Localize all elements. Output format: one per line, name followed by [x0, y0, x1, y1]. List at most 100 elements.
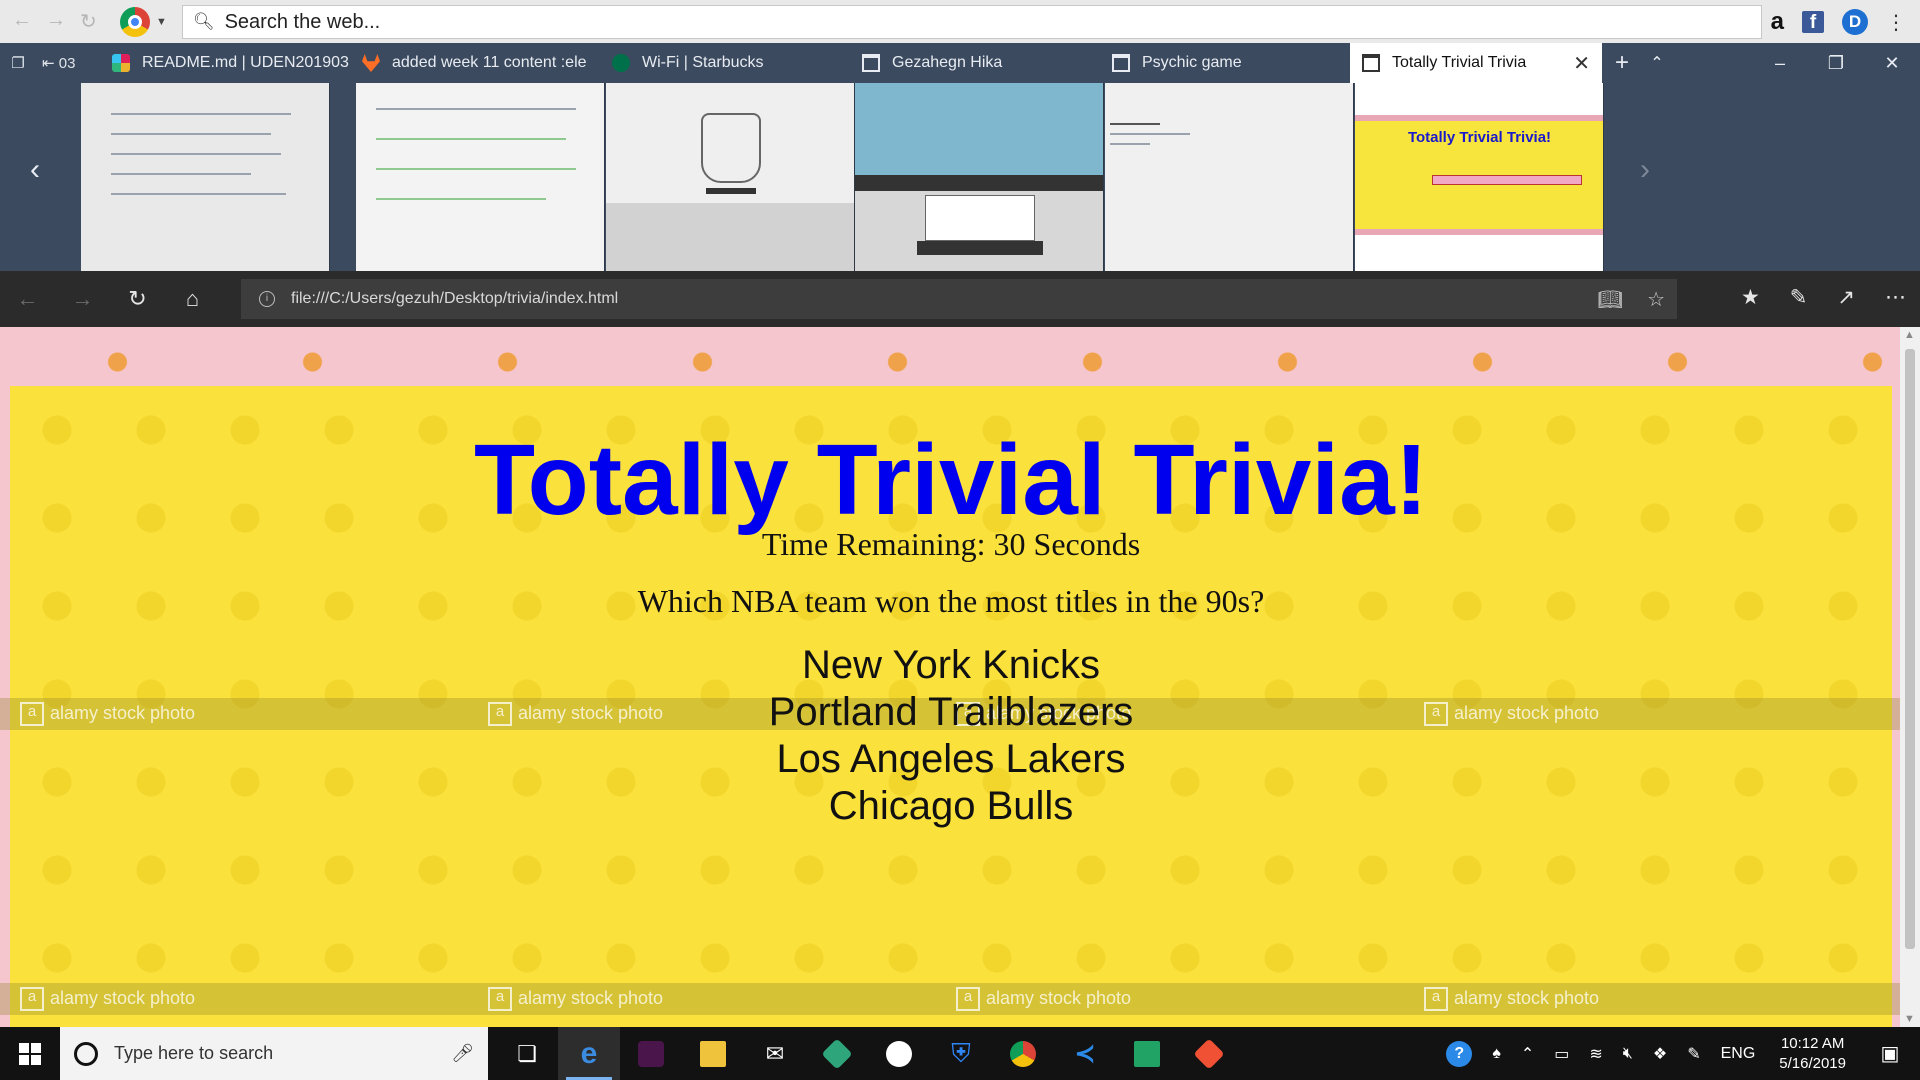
page-scrollbar[interactable]: ▲ ▼	[1900, 327, 1920, 1027]
more-icon[interactable]: ⋯	[1885, 285, 1906, 310]
chevron-up-icon[interactable]: ⌃	[1642, 53, 1672, 73]
extension-d-icon[interactable]: D	[1842, 9, 1868, 35]
volume-muted-icon[interactable]: 🔇︎	[1623, 1045, 1633, 1063]
notifications-icon[interactable]: ▣	[1870, 1041, 1910, 1066]
pen-icon[interactable]: ✎	[1790, 285, 1808, 310]
search-toolbar: ← → ↻ ▼ 🔍︎ Search the web... a f D ⋮	[0, 0, 1920, 43]
scroll-down-icon[interactable]: ▼	[1904, 1013, 1915, 1025]
tab-label: README.md | UDEN201903	[142, 54, 349, 71]
tab-preview-gitlab[interactable]	[356, 83, 605, 271]
people-icon[interactable]: ♠	[1492, 1045, 1501, 1063]
chrome-icon[interactable]	[992, 1027, 1054, 1080]
sheets-icon[interactable]	[1116, 1027, 1178, 1080]
wifi-icon[interactable]: ≋	[1589, 1044, 1602, 1064]
tab-groups-icon[interactable]: ❐	[0, 54, 36, 72]
tab-active-title: Totally Trivial Trivia	[1362, 54, 1526, 72]
home-icon[interactable]: ⌂	[165, 286, 220, 312]
tab-preview-gezahegn[interactable]	[855, 83, 1104, 271]
back-arrow-icon[interactable]: ←	[12, 9, 32, 34]
scroll-up-icon[interactable]: ▲	[1904, 329, 1915, 341]
answer-list: New York Knicks Portland Trailblazers Lo…	[10, 642, 1892, 830]
back-icon[interactable]: ←	[0, 286, 55, 312]
battery-icon[interactable]: ▭	[1554, 1044, 1569, 1064]
preview-start-button	[1432, 175, 1582, 185]
cortana-icon	[74, 1041, 98, 1066]
dropbox-icon[interactable]: ❖	[1653, 1044, 1667, 1064]
taskbar-apps: ❏ e ✉ ⛨ ≺	[496, 1027, 1240, 1080]
amazon-icon[interactable]: a	[1771, 8, 1784, 36]
system-tray: ? ♠ ⌃ ▭ ≋ 🔇︎ ❖ ✎ ENG 10:12 AM 5/16/2019 …	[1436, 1027, 1920, 1080]
taskbar: Type here to search 🎤︎ ❏ e ✉ ⛨ ≺ ? ♠ ⌃ ▭…	[0, 1027, 1920, 1080]
page-title: Totally Trivial Trivia!	[473, 424, 1429, 536]
slack-favicon-icon	[112, 54, 130, 72]
tab-label: Psychic game	[1142, 54, 1242, 71]
tab-preview-psychic[interactable]	[1105, 83, 1354, 271]
minimize-icon[interactable]: –	[1752, 53, 1808, 74]
web-search-input[interactable]: 🔍︎ Search the web...	[182, 5, 1762, 39]
tab-label: Totally Trivial Trivia	[1392, 54, 1527, 71]
tab-preview-trivia[interactable]: Totally Trivial Trivia!	[1355, 83, 1604, 271]
clock-date: 5/16/2019	[1779, 1054, 1846, 1072]
chevron-down-icon[interactable]: ▼	[156, 16, 167, 28]
toolbar-nav: ← → ↻	[0, 9, 110, 34]
address-actions: 📖︎ ☆	[1598, 287, 1665, 312]
help-icon[interactable]: ?	[1446, 1040, 1473, 1067]
forward-icon[interactable]: →	[55, 286, 110, 312]
clock[interactable]: 10:12 AM 5/16/2019	[1779, 1034, 1846, 1074]
page-favicon-icon	[1362, 54, 1380, 72]
page-favicon-icon	[1112, 54, 1130, 72]
chevron-left-icon[interactable]: ‹	[30, 153, 40, 187]
tab-preview-readme[interactable]	[81, 83, 330, 271]
tab-gitlab[interactable]: added week 11 content :ele	[350, 43, 600, 83]
tab-label: Wi-Fi | Starbucks	[642, 54, 764, 71]
chevron-right-icon[interactable]: ›	[1640, 153, 1650, 187]
microphone-icon[interactable]: 🎤︎	[451, 1043, 474, 1064]
window-close-icon[interactable]: ✕	[1864, 53, 1920, 74]
slack-alt-icon[interactable]	[868, 1027, 930, 1080]
preview-title: Totally Trivial Trivia!	[1407, 129, 1552, 146]
tab-trivia-active[interactable]: Totally Trivial Trivia ✕	[1350, 43, 1602, 83]
tab-preview-starbucks[interactable]	[606, 83, 855, 271]
trivia-container: alamy stock photo alamy stock photo alam…	[0, 386, 1900, 1027]
task-view-icon[interactable]: ❏	[496, 1027, 558, 1080]
address-bar[interactable]: i file:///C:/Users/gezuh/Desktop/trivia/…	[241, 279, 1677, 319]
close-icon[interactable]: ✕	[1573, 51, 1590, 76]
taskbar-search-input[interactable]: Type here to search 🎤︎	[60, 1027, 488, 1080]
edge-icon[interactable]: e	[558, 1027, 620, 1080]
tab-readme[interactable]: README.md | UDEN201903	[100, 43, 350, 83]
tab-psychic[interactable]: Psychic game	[1100, 43, 1350, 83]
answer-option[interactable]: Chicago Bulls	[10, 783, 1892, 830]
new-tab-icon[interactable]: +	[1602, 49, 1642, 77]
slack-icon[interactable]	[620, 1027, 682, 1080]
restore-icon[interactable]: ❐	[1808, 53, 1864, 74]
chrome-logo-icon[interactable]	[120, 6, 150, 37]
tab-gezahegn[interactable]: Gezahegn Hika	[850, 43, 1100, 83]
reading-view-icon[interactable]: 📖︎	[1598, 287, 1623, 312]
reload-icon[interactable]: ↻	[80, 9, 97, 34]
refresh-icon[interactable]: ↻	[110, 286, 165, 312]
vscode-icon[interactable]: ≺	[1054, 1027, 1116, 1080]
windows-start-icon[interactable]	[0, 1027, 60, 1080]
chevron-up-icon[interactable]: ⌃	[1521, 1044, 1534, 1064]
answer-option[interactable]: Portland Trailblazers	[10, 689, 1892, 736]
browser-actions: ★ ✎ ↗ ⋯	[1741, 285, 1906, 310]
forward-arrow-icon[interactable]: →	[46, 9, 66, 34]
facebook-icon[interactable]: f	[1802, 11, 1824, 33]
pen-tray-icon[interactable]: ✎	[1687, 1044, 1700, 1064]
answer-option[interactable]: New York Knicks	[10, 642, 1892, 689]
git-icon[interactable]	[1178, 1027, 1240, 1080]
info-icon[interactable]: i	[259, 291, 275, 307]
more-menu-icon[interactable]: ⋮	[1886, 10, 1906, 35]
scroll-thumb[interactable]	[1905, 349, 1915, 949]
gitkraken-icon[interactable]	[806, 1027, 868, 1080]
file-explorer-icon[interactable]	[682, 1027, 744, 1080]
language-indicator[interactable]: ENG	[1721, 1045, 1756, 1063]
answer-option[interactable]: Los Angeles Lakers	[10, 736, 1892, 783]
favorites-icon[interactable]: ★	[1741, 285, 1760, 310]
mail-icon[interactable]: ✉	[744, 1027, 806, 1080]
tab-starbucks[interactable]: Wi-Fi | Starbucks	[600, 43, 850, 83]
shield-icon[interactable]: ⛨	[930, 1027, 992, 1080]
star-icon[interactable]: ☆	[1647, 287, 1665, 312]
tab-partial[interactable]: ⇤ 03	[36, 54, 100, 72]
share-icon[interactable]: ↗	[1837, 285, 1855, 310]
